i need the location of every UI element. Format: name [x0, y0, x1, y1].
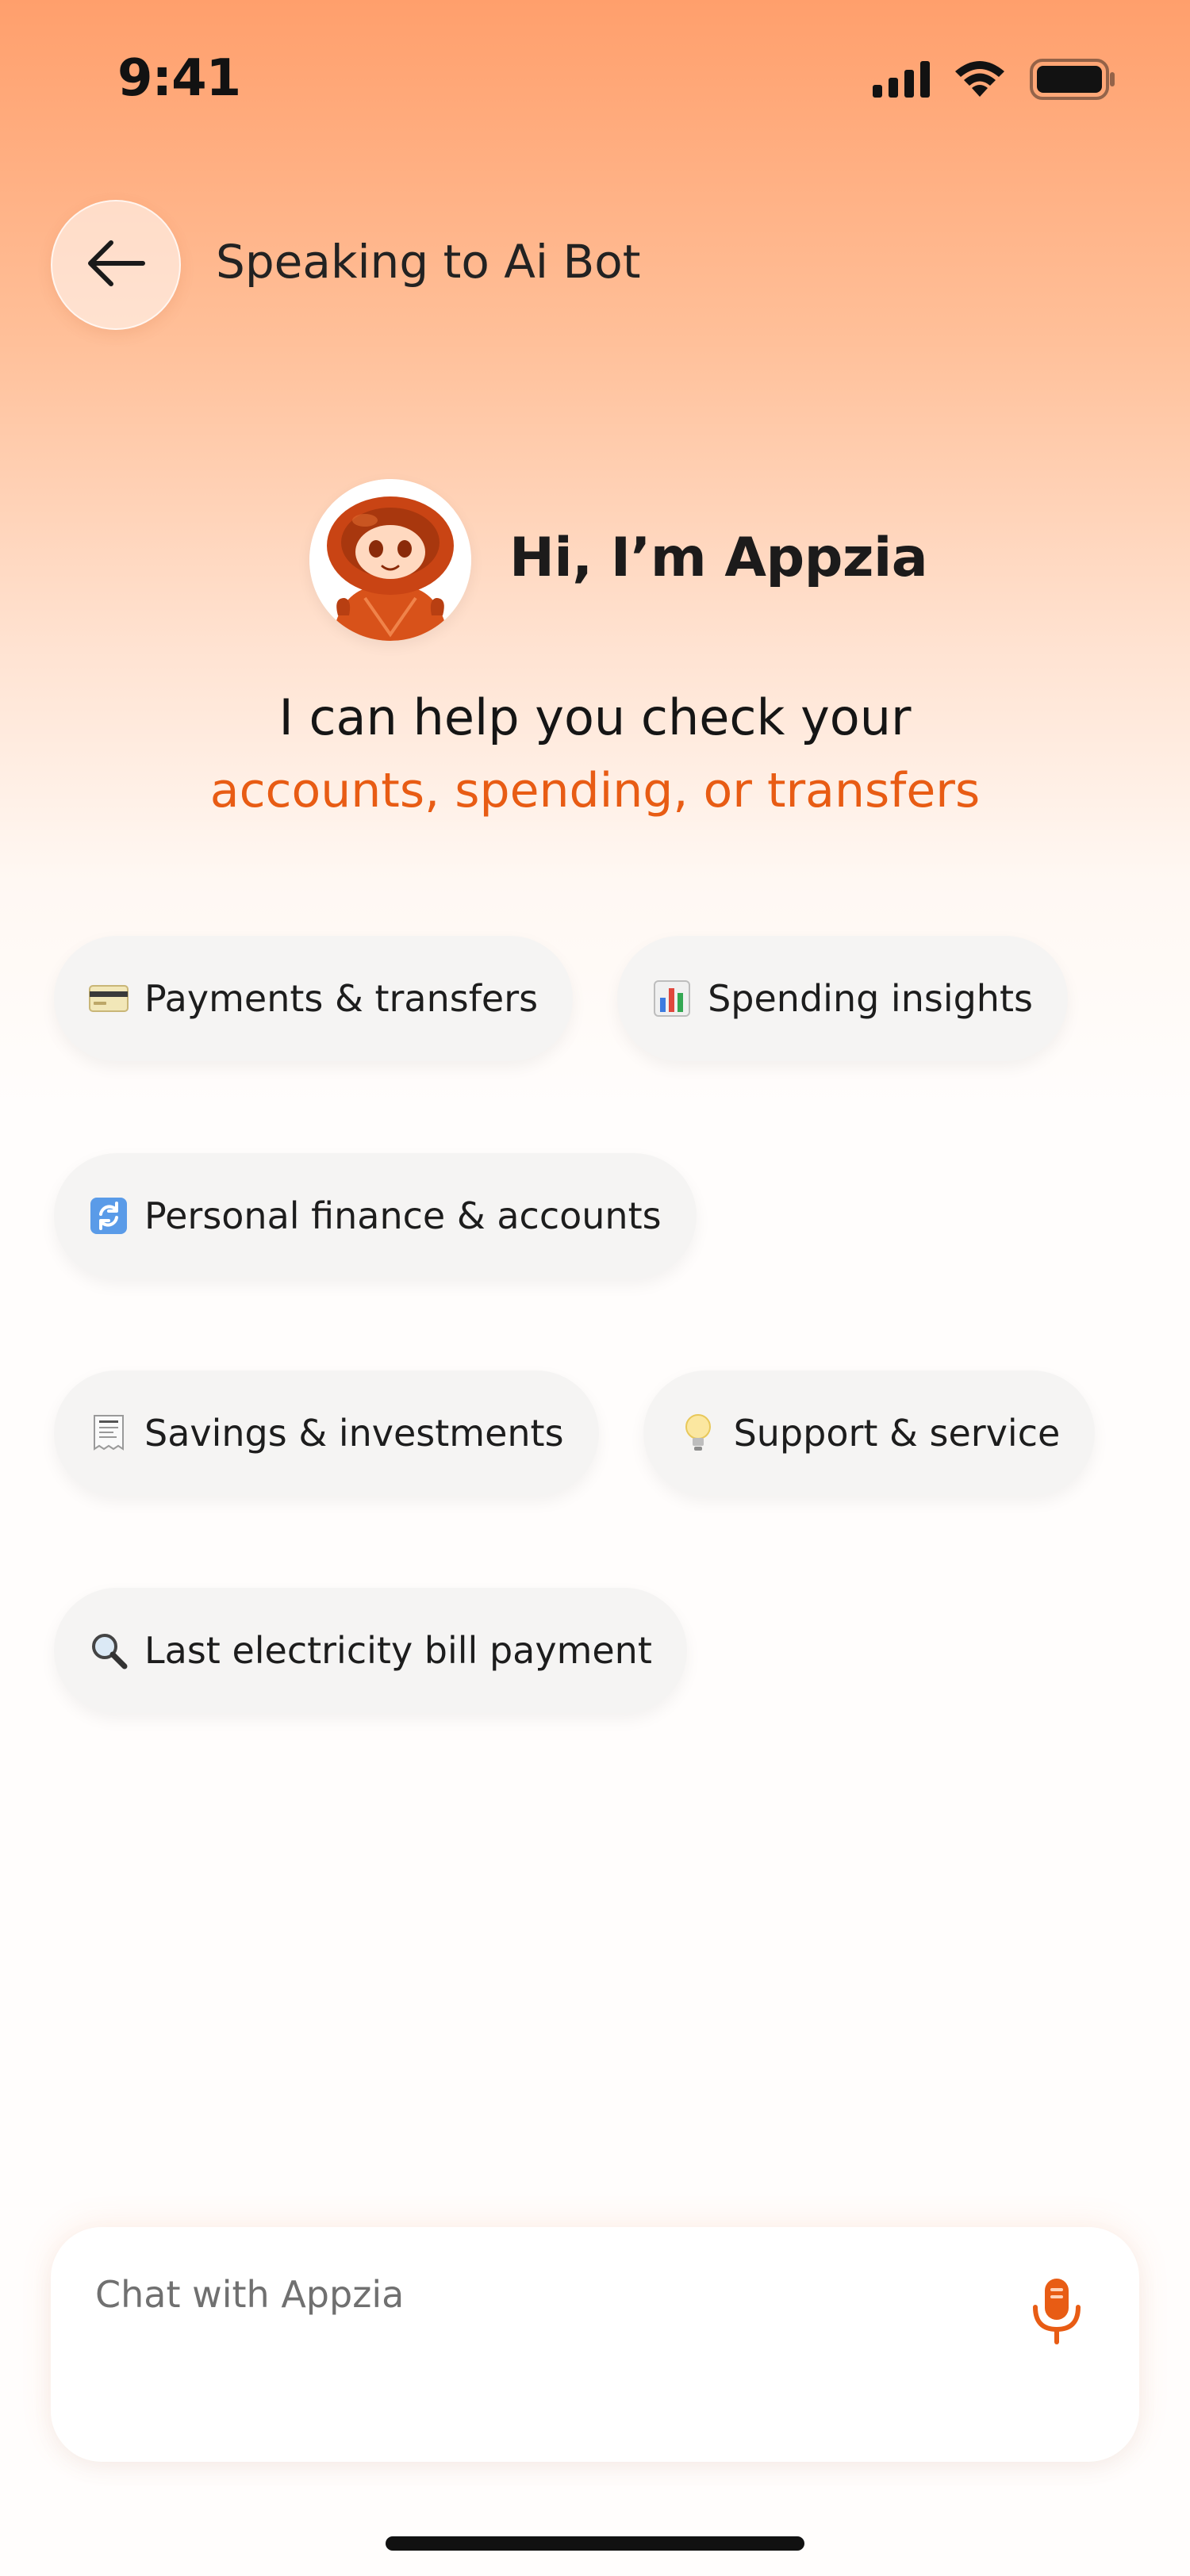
arrow-left-icon: [86, 240, 146, 290]
magnifier-icon: [87, 1629, 130, 1672]
bar-chart-icon: [651, 977, 693, 1020]
chip-label: Personal finance & accounts: [144, 1194, 662, 1237]
chip-savings-investments[interactable]: Savings & investments: [54, 1370, 599, 1496]
chip-label: Support & service: [733, 1412, 1061, 1455]
microphone-button[interactable]: [1025, 2273, 1088, 2352]
status-icons: [873, 59, 1115, 103]
bot-subtitle: I can help you check your: [278, 688, 912, 746]
chip-label: Savings & investments: [144, 1412, 564, 1455]
chip-label: Last electricity bill payment: [144, 1629, 652, 1672]
home-indicator[interactable]: [386, 2536, 804, 2551]
credit-card-icon: [87, 977, 130, 1020]
wifi-icon: [954, 60, 1006, 102]
chip-spending-insights[interactable]: Spending insights: [617, 936, 1068, 1061]
bot-subtitle-accent: accounts, spending, or transfers: [209, 763, 981, 818]
back-button[interactable]: [51, 200, 181, 330]
chip-label: Spending insights: [708, 977, 1033, 1020]
chip-personal-finance-accounts[interactable]: Personal finance & accounts: [54, 1153, 697, 1278]
receipt-icon: [87, 1412, 130, 1455]
cellular-signal-icon: [873, 61, 930, 101]
chat-composer: [51, 2227, 1139, 2462]
status-time: 9:41: [117, 49, 241, 108]
lightbulb-icon: [677, 1412, 720, 1455]
chip-last-electricity-bill[interactable]: Last electricity bill payment: [54, 1588, 687, 1713]
chip-payments-transfers[interactable]: Payments & transfers: [54, 936, 574, 1061]
suggestion-chips: Payments & transfers Spending insights P…: [54, 936, 1136, 1713]
microphone-icon: [1029, 2275, 1084, 2350]
chip-support-service[interactable]: Support & service: [643, 1370, 1096, 1496]
bot-greeting: Hi, I’m Appzia: [509, 527, 928, 589]
chip-label: Payments & transfers: [144, 977, 539, 1020]
page-title: Speaking to Ai Bot: [216, 235, 641, 289]
refresh-icon: [87, 1194, 130, 1237]
bot-avatar: [309, 479, 471, 641]
chat-input[interactable]: [95, 2273, 968, 2316]
battery-icon: [1030, 59, 1115, 103]
